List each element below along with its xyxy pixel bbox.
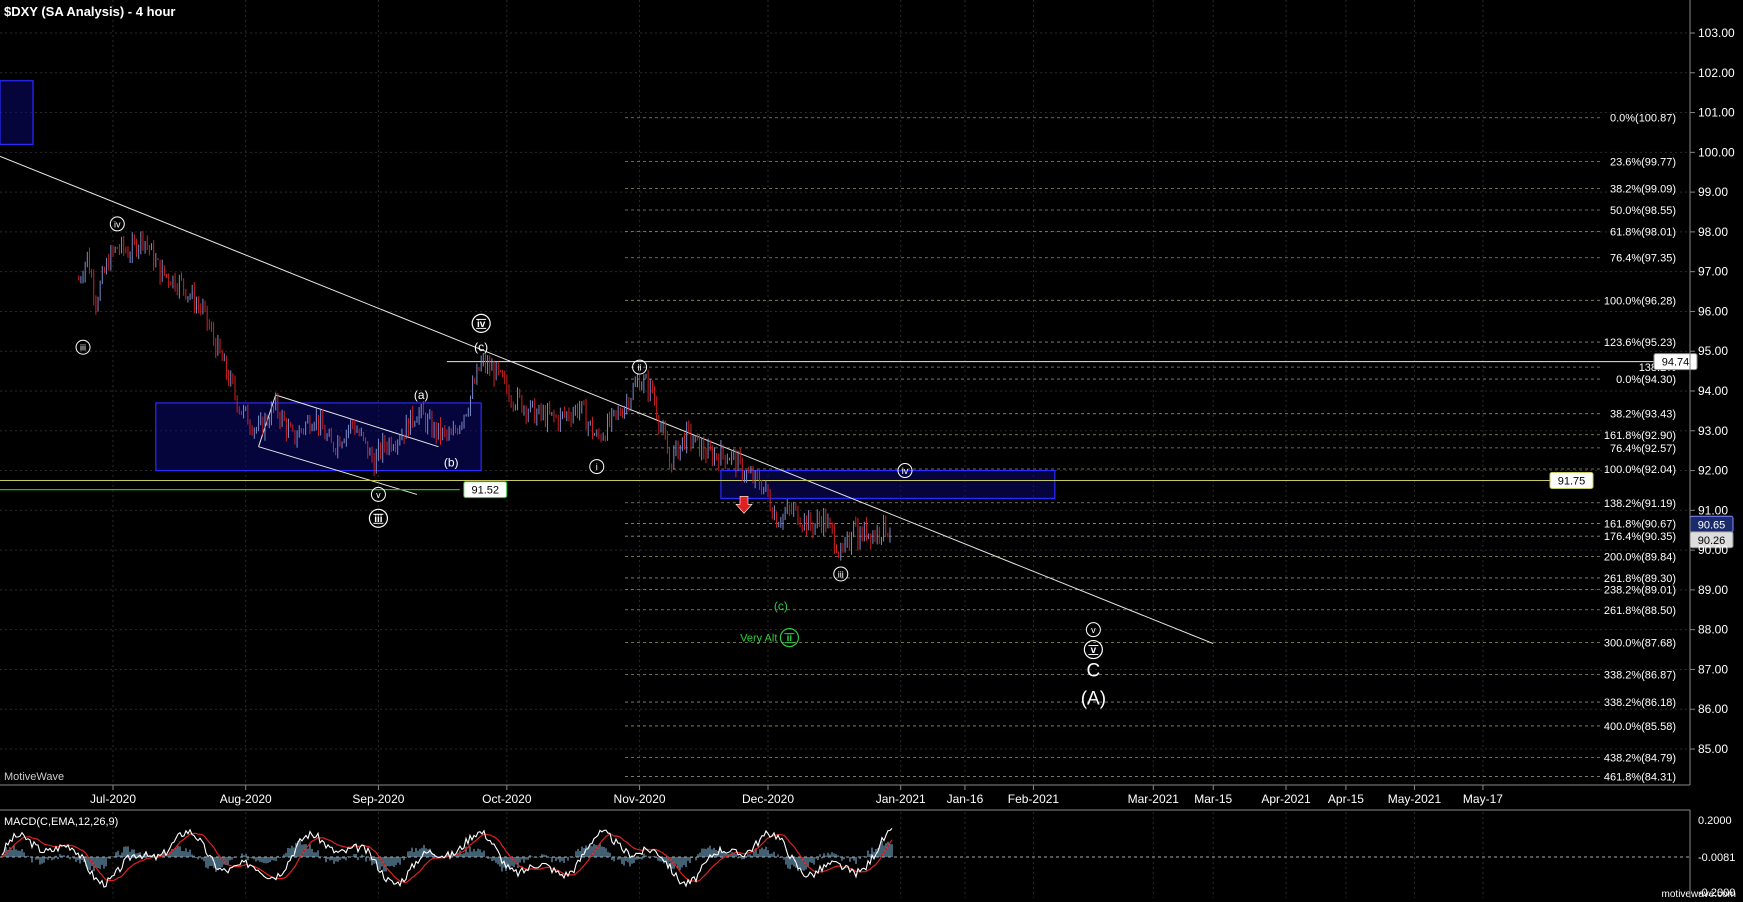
wave-label: (c) [474, 340, 488, 354]
x-tick-label: Jan-16 [947, 792, 984, 806]
fib-label: 100.0%(92.04) [1604, 464, 1676, 476]
fib-label: 161.8%(90.67) [1604, 518, 1676, 530]
y-tick-label: 88.00 [1698, 623, 1728, 637]
y-tick-label: 98.00 [1698, 225, 1728, 239]
y-tick-label: 85.00 [1698, 742, 1728, 756]
y-tick-label: 101.00 [1698, 106, 1735, 120]
fib-label: 176.4%(90.35) [1604, 531, 1676, 543]
fib-label: 438.2%(84.79) [1604, 752, 1676, 764]
fib-label: 38.2%(93.43) [1610, 409, 1676, 421]
fib-label: 261.8%(88.50) [1604, 605, 1676, 617]
wave-label: v [376, 490, 381, 500]
y-tick-label: 94.00 [1698, 384, 1728, 398]
fib-label: 23.6%(99.77) [1610, 156, 1676, 168]
fib-label: 338.2%(86.87) [1604, 670, 1676, 682]
fib-label: 200.0%(89.84) [1604, 551, 1676, 563]
target-box-right [720, 469, 1056, 499]
x-tick-label: Feb-2021 [1008, 792, 1060, 806]
x-tick-label: Sep-2020 [352, 792, 404, 806]
x-tick-label: May-2021 [1388, 792, 1442, 806]
wave-label: iii [374, 514, 383, 525]
wave-label: ii [787, 633, 793, 644]
fib-label: 238.2%(89.01) [1604, 584, 1676, 596]
wave-label: v [1091, 645, 1097, 656]
fib-label: 123.6%(95.23) [1604, 337, 1676, 349]
wave-label: iv [114, 219, 121, 229]
x-tick-label: Nov-2020 [614, 792, 666, 806]
fib-label: 0.0%(100.87) [1610, 113, 1676, 125]
fib-label: 461.8%(84.31) [1604, 771, 1676, 783]
x-tick-label: Apr-2021 [1261, 792, 1311, 806]
wave-label: (c) [774, 599, 788, 613]
y-tick-label: 92.00 [1698, 464, 1728, 478]
x-tick-label: Jan-2021 [876, 792, 926, 806]
wave-label: C [1086, 660, 1100, 681]
watermark: MotiveWave [4, 771, 64, 783]
y-tick-label: 103.00 [1698, 26, 1735, 40]
price-tag-91-52: 91.52 [471, 485, 499, 497]
wave-label: iv [477, 319, 486, 330]
very-alt-label: Very Alt [740, 633, 777, 645]
fib-label: 61.8%(98.01) [1610, 226, 1676, 238]
wave-label: iii [80, 343, 86, 353]
fib-label: 100.0%(96.28) [1604, 295, 1676, 307]
y-tick-label: 96.00 [1698, 304, 1728, 318]
x-tick-label: Mar-15 [1194, 792, 1232, 806]
y-tick-label: 89.00 [1698, 583, 1728, 597]
macd-tick-label: 0.2000 [1698, 815, 1732, 827]
y-tick-label: 95.00 [1698, 344, 1728, 358]
y-tick-label: 100.00 [1698, 145, 1735, 159]
x-tick-label: Jul-2020 [90, 792, 136, 806]
x-tick-label: Apr-15 [1328, 792, 1364, 806]
fib-label: 50.0%(98.55) [1610, 205, 1676, 217]
wave-label: v [1091, 625, 1096, 635]
fib-label: 400.0%(85.58) [1604, 721, 1676, 733]
fib-label: 138.2%(91.19) [1604, 498, 1676, 510]
wave-label: iv [902, 466, 909, 476]
y-tick-label: 93.00 [1698, 424, 1728, 438]
wave-label: ii [638, 363, 642, 373]
macd-title: MACD(C,EMA,12,26,9) [4, 816, 118, 828]
x-tick-label: May-17 [1463, 792, 1503, 806]
x-tick-label: Aug-2020 [220, 792, 272, 806]
y-tick-label: 97.00 [1698, 265, 1728, 279]
y-tick-label: 90.00 [1698, 543, 1728, 557]
fib-label: 300.0%(87.68) [1604, 637, 1676, 649]
fib-label: 76.4%(97.35) [1610, 253, 1676, 265]
price-tag-91-75: 91.75 [1558, 476, 1586, 488]
y-tick-label: 86.00 [1698, 702, 1728, 716]
wave-label: i [596, 462, 598, 472]
last-price-1: 90.65 [1698, 519, 1726, 531]
fib-label: 0.0%(94.30) [1616, 374, 1676, 386]
fib-label: 161.8%(92.90) [1604, 430, 1676, 442]
x-tick-label: Dec-2020 [742, 792, 794, 806]
price-tag-94-74: 94.74 [1662, 357, 1690, 369]
fib-label: 338.2%(86.18) [1604, 697, 1676, 709]
y-tick-label: 91.00 [1698, 503, 1728, 517]
x-tick-label: Oct-2020 [482, 792, 532, 806]
target-box-top [0, 80, 34, 145]
x-tick-label: Mar-2021 [1128, 792, 1180, 806]
wave-label: (A) [1081, 688, 1106, 709]
macd-value-label: -0.0081 [1698, 852, 1735, 864]
dxy-chart: 0.0%(100.87) 23.6%(99.77) 38.2%(99.09) 50.0… [0, 0, 1743, 902]
y-tick-label: 99.00 [1698, 185, 1728, 199]
fib-label: 261.8%(89.30) [1604, 573, 1676, 585]
fib-label: 38.2%(99.09) [1610, 184, 1676, 196]
wave-label: iii [838, 569, 844, 579]
fib-label: 76.4%(92.57) [1610, 443, 1676, 455]
macd-tick-label: -0.2000 [1698, 887, 1735, 899]
wave-label: (a) [414, 388, 429, 402]
wave-label: (b) [444, 456, 459, 470]
y-tick-label: 102.00 [1698, 66, 1735, 80]
y-tick-label: 87.00 [1698, 662, 1728, 676]
chart-title: $DXY (SA Analysis) - 4 hour [4, 4, 175, 19]
